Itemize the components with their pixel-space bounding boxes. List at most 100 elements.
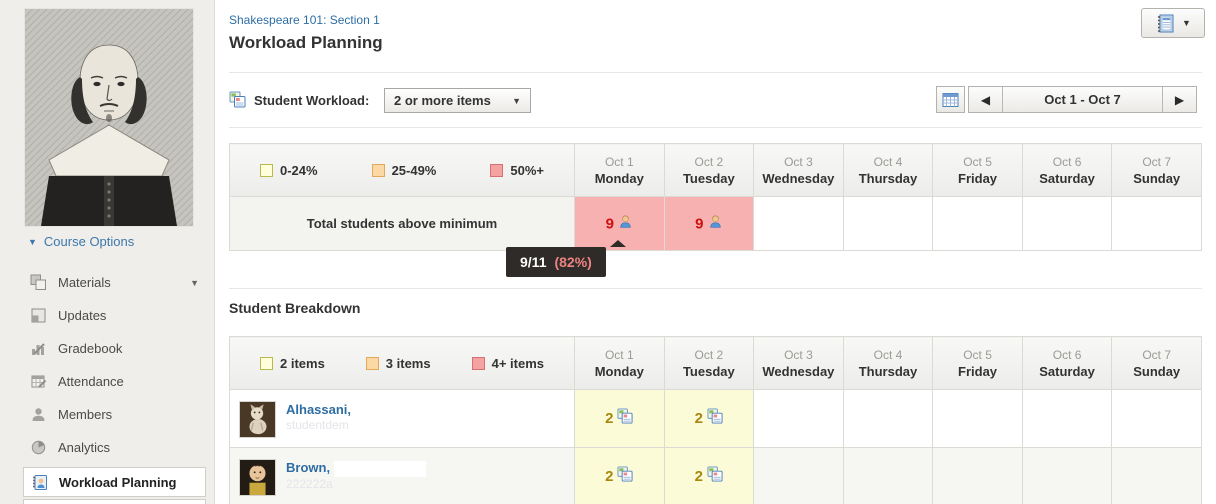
- student-cell-oct1[interactable]: 2: [575, 390, 665, 448]
- student-cell-oct4: [843, 448, 933, 504]
- column-header-oct2: Oct 2Tuesday: [664, 144, 754, 197]
- total-cell-oct2[interactable]: 9: [664, 197, 754, 251]
- avatar[interactable]: [239, 459, 276, 496]
- legend-item: 25-49%: [372, 163, 437, 178]
- workload-summary-table: 0-24% 25-49% 50%+ Oct 1Monday Oct 2Tuesd…: [229, 143, 1202, 251]
- table-header-row: 2 items 3 items 4+ items Oct 1Monday Oct: [230, 337, 1202, 390]
- legend-item: 3 items: [366, 356, 431, 371]
- main-content: Shakespeare 101: Section 1 Workload Plan…: [216, 0, 1216, 504]
- course-options-label: Course Options: [44, 234, 134, 249]
- column-header-oct1: Oct 1Monday: [575, 337, 665, 390]
- total-students-row: Total students above minimum 9 9: [230, 197, 1202, 251]
- workload-planning-page: { "header": { "breadcrumb": "Shakespeare…: [0, 0, 1216, 504]
- student-cell-oct4: [843, 390, 933, 448]
- next-week-button[interactable]: ▶: [1163, 87, 1196, 112]
- student-cell-oct3: [754, 448, 844, 504]
- sidebar-item-gradebook[interactable]: Gradebook: [0, 332, 215, 365]
- members-icon: [30, 406, 47, 423]
- student-icon: [708, 214, 723, 234]
- student-username: 222222a: [286, 477, 426, 492]
- legend-swatch-2items: [260, 357, 273, 370]
- student-name-link[interactable]: Alhassani,: [286, 401, 351, 418]
- student-icon: [618, 214, 633, 234]
- sidebar-item-cutoff: [23, 499, 206, 504]
- updates-icon: [30, 307, 47, 324]
- sidebar-item-workload-planning[interactable]: Workload Planning: [23, 467, 206, 497]
- shakespeare-portrait-icon: [25, 9, 193, 226]
- cell-count: 2: [695, 468, 703, 485]
- student-cell-oct2[interactable]: 2: [664, 390, 754, 448]
- sidebar-item-label: Members: [58, 407, 112, 422]
- workload-filter-dropdown[interactable]: 2 or more items ▼: [384, 88, 531, 113]
- student-cell-oct5: [933, 390, 1023, 448]
- sidebar-item-label: Attendance: [58, 374, 124, 389]
- legend-item: 2 items: [260, 356, 325, 371]
- column-header-oct7: Oct 7Sunday: [1112, 337, 1202, 390]
- materials-icon: [707, 408, 723, 429]
- student-info-cell: Alhassani, studentdem: [230, 390, 575, 448]
- total-cell-oct4: [843, 197, 933, 251]
- course-options-link[interactable]: ▼ Course Options: [28, 234, 134, 249]
- divider: [229, 127, 1202, 128]
- legend-label: 3 items: [386, 356, 431, 371]
- divider: [229, 288, 1202, 289]
- attendance-icon: [30, 373, 47, 390]
- student-cell-oct2[interactable]: 2: [664, 448, 754, 504]
- student-cell-oct6: [1022, 390, 1112, 448]
- legend-cell: 2 items 3 items 4+ items: [230, 337, 575, 390]
- student-name-link[interactable]: Brown,: [286, 459, 426, 477]
- previous-week-button[interactable]: ◀: [969, 87, 1002, 112]
- legend-label: 0-24%: [280, 163, 318, 178]
- column-header-oct2: Oct 2Tuesday: [664, 337, 754, 390]
- sidebar-item-analytics[interactable]: Analytics: [0, 431, 215, 464]
- materials-icon: [229, 91, 246, 108]
- breadcrumb[interactable]: Shakespeare 101: Section 1: [229, 13, 380, 27]
- date-range-label: Oct 1 - Oct 7: [1002, 87, 1163, 112]
- sidebar-item-label: Analytics: [58, 440, 110, 455]
- student-cell-oct7: [1112, 390, 1202, 448]
- chevron-down-icon: ▼: [512, 96, 521, 106]
- sidebar-item-members[interactable]: Members: [0, 398, 215, 431]
- sidebar-item-materials[interactable]: Materials ▼: [0, 266, 215, 299]
- cell-count: 2: [695, 410, 703, 427]
- student-row: Brown, 222222a 2 2: [230, 448, 1202, 504]
- calendar-button[interactable]: [936, 86, 965, 113]
- legend-cell: 0-24% 25-49% 50%+: [230, 144, 575, 197]
- table-header-row: 0-24% 25-49% 50%+ Oct 1Monday Oct 2Tuesd…: [230, 144, 1202, 197]
- total-row-label: Total students above minimum: [230, 197, 575, 251]
- date-navigation: ◀ Oct 1 - Oct 7 ▶: [968, 86, 1197, 113]
- student-info-cell: Brown, 222222a: [230, 448, 575, 504]
- student-cell-oct1[interactable]: 2: [575, 448, 665, 504]
- column-header-oct4: Oct 4Thursday: [843, 337, 933, 390]
- student-workload-label: Student Workload:: [254, 93, 369, 108]
- legend-item: 4+ items: [472, 356, 544, 371]
- avatar[interactable]: [239, 401, 276, 438]
- sidebar-item-label: Workload Planning: [59, 475, 177, 490]
- arrow-right-icon: ▶: [1175, 93, 1184, 107]
- sidebar-item-attendance[interactable]: Attendance: [0, 365, 215, 398]
- course-menu: Materials ▼ Updates Gradebook: [0, 266, 215, 497]
- student-row: Alhassani, studentdem 2 2: [230, 390, 1202, 448]
- arrow-left-icon: ◀: [981, 93, 990, 107]
- divider: [229, 72, 1202, 73]
- materials-icon: [707, 466, 723, 487]
- page-title: Workload Planning: [229, 33, 383, 53]
- notebook-icon: [1155, 13, 1175, 34]
- course-sidebar: ▼ Course Options Materials ▼ Updates: [0, 0, 215, 504]
- cell-count: 2: [605, 468, 613, 485]
- legend-label: 50%+: [510, 163, 544, 178]
- view-options-button[interactable]: ▼: [1141, 8, 1205, 38]
- sidebar-item-updates[interactable]: Updates: [0, 299, 215, 332]
- column-header-oct5: Oct 5Friday: [933, 337, 1023, 390]
- legend-swatch-mid: [372, 164, 385, 177]
- cell-count: 9: [695, 215, 703, 232]
- student-breakdown-table: 2 items 3 items 4+ items Oct 1Monday Oct: [229, 336, 1202, 504]
- cell-count: 9: [606, 215, 614, 232]
- legend-label: 4+ items: [492, 356, 544, 371]
- column-header-oct6: Oct 6Saturday: [1022, 337, 1112, 390]
- student-cell-oct3: [754, 390, 844, 448]
- total-cell-oct5: [933, 197, 1023, 251]
- workload-planning-icon: [31, 474, 48, 491]
- chevron-down-icon[interactable]: ▼: [190, 278, 199, 288]
- course-profile-image: [24, 8, 194, 227]
